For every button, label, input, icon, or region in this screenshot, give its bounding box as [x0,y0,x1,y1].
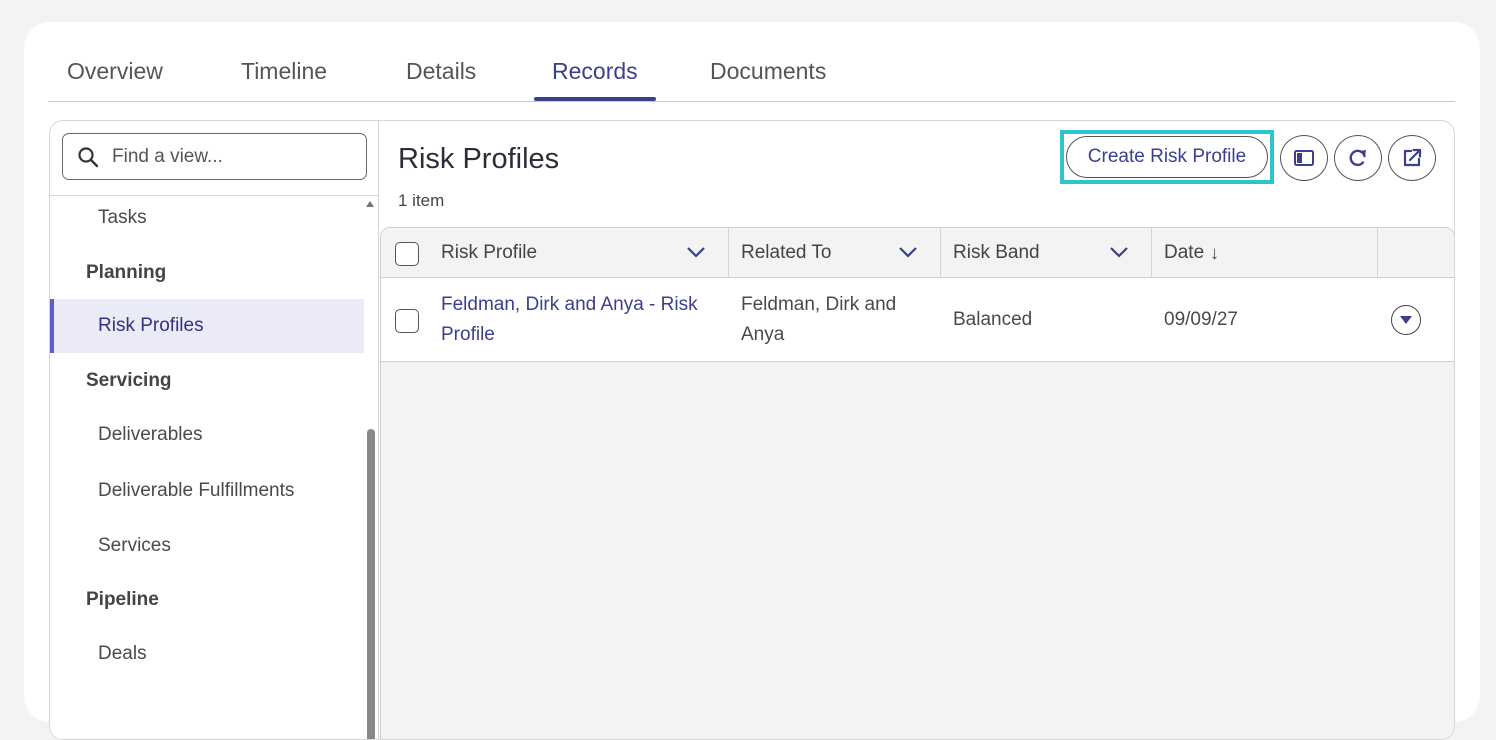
date-cell: 09/09/27 [1164,309,1238,330]
tab-overview[interactable]: Overview [67,58,163,85]
column-risk-band[interactable]: Risk Band [941,228,1152,278]
table-header: Risk Profile Related To Risk Band Date ↓ [381,228,1454,278]
sidebar-item-label: Services [98,535,171,556]
risk-profiles-table: Risk Profile Related To Risk Band Date ↓ [380,227,1454,739]
panel-toggle-button[interactable] [1280,135,1328,181]
main-card: Overview Timeline Details Records Docume… [24,22,1480,740]
sidebar-item-deals[interactable]: Deals [50,627,364,681]
tab-documents[interactable]: Documents [710,58,826,85]
view-search [62,133,367,180]
column-label: Related To [741,242,832,263]
related-to-cell: Feldman, Dirk and Anya [741,294,897,345]
chevron-down-icon[interactable] [686,245,706,259]
create-button-highlight: Create Risk Profile [1060,130,1274,184]
column-label: Date [1164,242,1205,263]
column-date[interactable]: Date ↓ [1152,228,1378,278]
sidebar-scrollbar[interactable] [367,429,375,739]
column-related-to[interactable]: Related To [729,228,941,278]
sidebar-group-pipeline: Pipeline [86,589,159,610]
item-count: 1 item [398,191,445,210]
sidebar-item-deliverables[interactable]: Deliverables [50,408,364,462]
main-content: Risk Profiles 1 item Create Risk Profile [380,121,1454,739]
scroll-up-arrow-icon[interactable] [366,201,374,207]
refresh-button[interactable] [1334,135,1382,181]
sidebar-item-label: Risk Profiles [98,315,204,336]
sidebar-item-risk-profiles[interactable]: Risk Profiles [50,299,364,353]
column-risk-profile[interactable]: Risk Profile [381,228,729,278]
risk-band-cell: Balanced [953,309,1033,330]
search-input[interactable] [112,145,342,168]
sidebar-item-label: Deliverables [98,424,203,445]
tab-timeline[interactable]: Timeline [241,58,327,85]
row-actions-button[interactable] [1391,305,1421,335]
panel-toggle-icon [1294,150,1314,166]
sidebar-item-deliverable-fulfillments[interactable]: Deliverable Fulfillments [50,464,364,518]
chevron-down-icon[interactable] [898,245,918,259]
sidebar-item-tasks[interactable]: Tasks [50,191,364,245]
sidebar-group-servicing: Servicing [86,370,172,391]
tab-records[interactable]: Records [552,58,638,85]
create-risk-profile-button[interactable]: Create Risk Profile [1066,136,1268,178]
sidebar-item-label: Tasks [98,207,147,228]
risk-profile-link[interactable]: Feldman, Dirk and Anya - Risk Profile [441,290,721,350]
views-sidebar: Tasks Planning Risk Profiles Servicing D… [50,121,379,739]
column-label: Risk Profile [441,242,538,263]
select-all-checkbox[interactable] [395,242,419,266]
sidebar-item-services[interactable]: Services [50,519,364,573]
chevron-down-icon[interactable] [1109,245,1129,259]
tab-details[interactable]: Details [406,58,476,85]
sidebar-item-label: Deliverable Fulfillments [98,480,295,501]
sidebar-group-planning: Planning [86,262,167,283]
active-tab-indicator [534,97,656,101]
records-panel: Tasks Planning Risk Profiles Servicing D… [49,120,1455,740]
search-icon [78,146,99,167]
caret-down-icon [1400,316,1412,324]
open-external-button[interactable] [1388,135,1436,181]
open-external-icon [1403,148,1422,167]
tab-bar: Overview Timeline Details Records Docume… [48,22,1455,102]
row-checkbox[interactable] [395,309,419,333]
sidebar-item-label: Deals [98,643,147,664]
sort-descending-icon[interactable]: ↓ [1210,243,1219,264]
column-label: Risk Band [953,242,1040,263]
refresh-icon [1349,149,1366,167]
table-row[interactable]: Feldman, Dirk and Anya - Risk Profile Fe… [381,278,1454,362]
page-title: Risk Profiles [398,143,560,175]
